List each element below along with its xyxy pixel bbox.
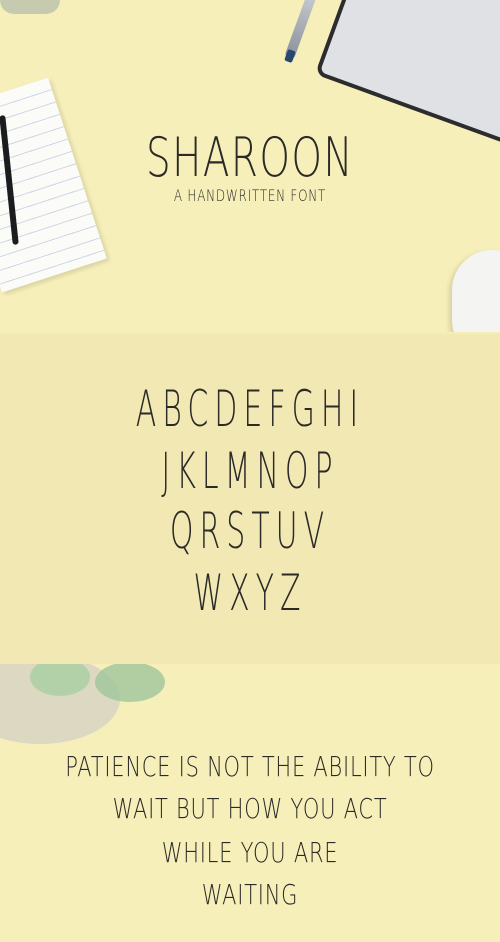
- alphabet-row-2: JKLMNOP: [161, 442, 339, 500]
- quote-line-4: WAITING: [201, 878, 299, 911]
- title-panel: SHAROON A HANDWRITTEN FONT: [0, 0, 500, 332]
- quote-line-1: PATIENCE IS NOT THE ABILITY TO: [65, 750, 435, 783]
- quote-line-3: WHILE YOU ARE: [161, 836, 339, 869]
- alphabet-panel: ABCDEFGHI JKLMNOP QRSTUV WXYZ: [0, 334, 500, 664]
- alphabet-row-3: QRSTUV: [169, 502, 331, 560]
- quote-panel: PATIENCE IS NOT THE ABILITY TO WAIT BUT …: [0, 664, 500, 942]
- mouse-image: [452, 250, 500, 332]
- alphabet-row-1: ABCDEFGHI: [135, 380, 365, 438]
- font-subtitle: A HANDWRITTEN FONT: [173, 186, 327, 205]
- quote-line-2: WAIT BUT HOW YOU ACT: [112, 792, 388, 825]
- font-title: SHAROON: [146, 126, 354, 189]
- alphabet-row-4: WXYZ: [193, 564, 307, 622]
- leaf-image: [95, 664, 165, 702]
- plant-decoration: [0, 0, 60, 14]
